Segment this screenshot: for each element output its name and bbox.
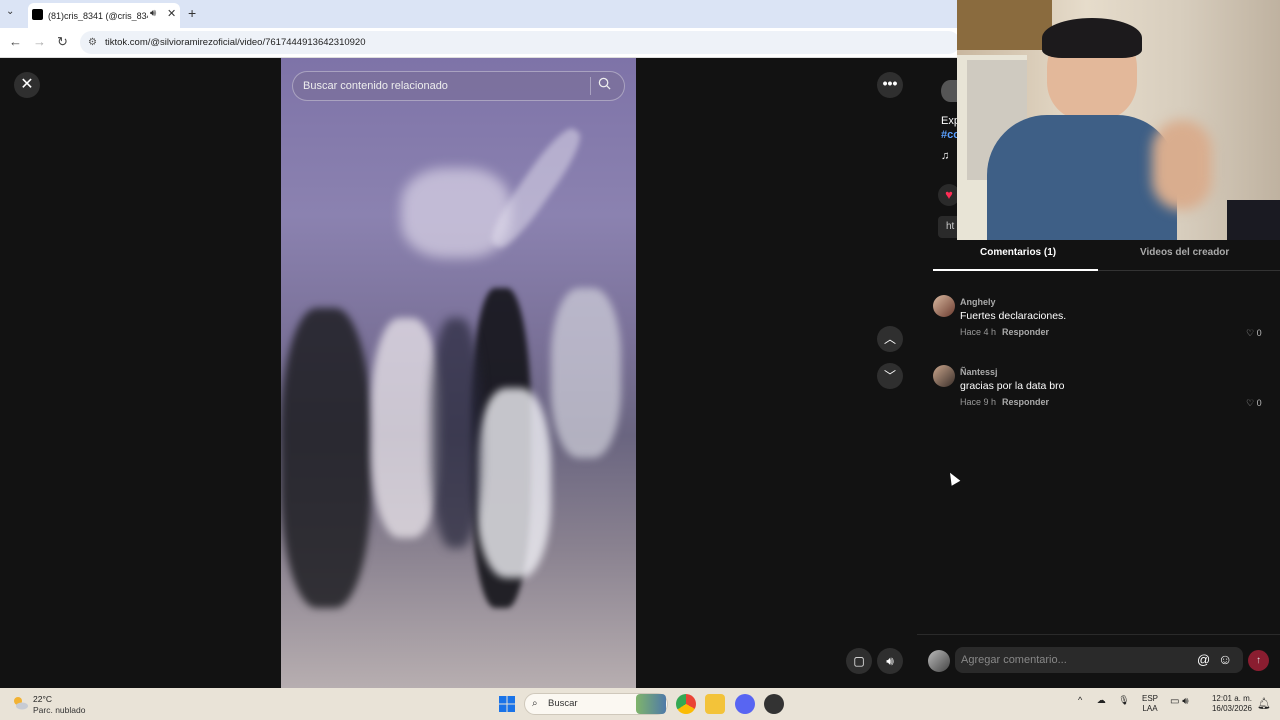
lang-line-2: LAA	[1142, 704, 1158, 713]
file-explorer-icon[interactable]	[705, 694, 725, 714]
network-cloud-icon[interactable]: ☁	[1097, 695, 1106, 705]
reply-button[interactable]: Responder	[1002, 397, 1049, 407]
heart-outline-icon[interactable]: ♡	[1246, 328, 1254, 338]
clock-time: 12:01 a. m.	[1211, 694, 1252, 703]
system-tray[interactable]: ^ ☁ 🎙︎	[1078, 695, 1130, 706]
related-search-input[interactable]: Buscar contenido relacionado	[292, 71, 625, 101]
panel-tabs: Comentarios (1) Videos del creador	[933, 247, 1280, 271]
like-count: 0	[1256, 398, 1262, 408]
comment-text: Fuertes declaraciones.	[960, 310, 1067, 322]
active-tab-indicator	[933, 269, 1098, 271]
tab-creator-videos[interactable]: Videos del creador	[1140, 247, 1229, 258]
new-tab-button[interactable]: +	[188, 5, 196, 21]
tab-search-icon[interactable]: ⌄	[6, 6, 14, 17]
comment-like[interactable]: ♡ 0	[1246, 328, 1262, 339]
volume-tray-icon[interactable]: ▭ 🔊︎	[1170, 696, 1189, 707]
chevron-up-icon: ︿	[883, 332, 896, 346]
temperature: 22°C	[33, 694, 52, 704]
comment-time: Hace 4 h	[960, 327, 997, 337]
more-options-button[interactable]: •••	[877, 72, 903, 98]
next-video-button[interactable]: ﹀	[877, 363, 903, 389]
video-player[interactable]	[281, 58, 636, 688]
arrow-up-icon: ↑	[1256, 655, 1261, 666]
microphone-icon[interactable]: 🎙︎	[1118, 695, 1129, 705]
url-text: tiktok.com/@silvioramirezoficial/video/7…	[105, 37, 366, 48]
tab-close-icon[interactable]: ✕	[167, 7, 176, 20]
cloud-sun-icon	[14, 697, 28, 710]
chevron-down-icon: ﹀	[883, 369, 896, 383]
url-field[interactable]: ⚙ tiktok.com/@silvioramirezoficial/video…	[80, 31, 960, 54]
site-info-icon[interactable]: ⚙	[88, 31, 97, 54]
heart-outline-icon[interactable]: ♡	[1246, 398, 1254, 408]
comment-username[interactable]: Ñantessj	[960, 367, 998, 377]
weather-text: Parc. nublado	[33, 705, 86, 715]
reply-button[interactable]: Responder	[1002, 327, 1049, 337]
comment-placeholder: Agregar comentario...	[961, 654, 1067, 666]
comment-like[interactable]: ♡ 0	[1246, 398, 1262, 409]
search-icon: ⌕	[532, 698, 538, 709]
chrome-icon[interactable]	[676, 694, 696, 714]
tab-title: (81)cris_8341 (@cris_8341) |	[48, 10, 148, 21]
my-avatar	[928, 650, 950, 672]
notification-icon[interactable]: 🔔︎	[1257, 697, 1271, 710]
app-icon[interactable]	[764, 694, 784, 714]
like-count: 0	[1256, 328, 1262, 338]
mention-icon[interactable]: @	[1197, 652, 1210, 667]
taskbar-search-label: Buscar	[548, 698, 578, 709]
clock[interactable]: 12:01 a. m. 16/03/2026	[1204, 694, 1252, 714]
discord-icon[interactable]	[735, 694, 755, 714]
tiktok-favicon-icon	[32, 9, 43, 20]
comment-time: Hace 9 h	[960, 397, 997, 407]
search-divider	[590, 77, 591, 95]
volume-icon: 🔊︎	[886, 654, 894, 668]
close-icon: ✕	[20, 76, 34, 93]
avatar[interactable]	[933, 295, 955, 317]
close-button[interactable]: ✕	[14, 72, 40, 98]
webcam-overlay	[957, 0, 1280, 240]
pip-icon: ▢	[853, 654, 865, 668]
chevron-up-icon[interactable]: ^	[1078, 695, 1082, 705]
comment-username[interactable]: Anghely	[960, 297, 996, 307]
forward-icon[interactable]: →	[33, 34, 46, 49]
back-icon[interactable]: ←	[9, 34, 22, 49]
windows-start-icon[interactable]	[498, 695, 516, 713]
more-icon: •••	[882, 75, 898, 91]
emoji-icon[interactable]: ☺	[1218, 651, 1232, 667]
floating-player-button[interactable]: ▢	[846, 648, 872, 674]
search-highlight-icon[interactable]	[636, 694, 666, 714]
previous-video-button[interactable]: ︿	[877, 326, 903, 352]
volume-button[interactable]: 🔊︎	[877, 648, 903, 674]
send-button[interactable]: ↑	[1248, 650, 1269, 671]
clock-date: 16/03/2026	[1211, 704, 1252, 713]
avatar[interactable]	[933, 365, 955, 387]
search-icon[interactable]	[598, 77, 611, 93]
browser-tab[interactable]: (81)cris_8341 (@cris_8341) | 🔊︎ ✕	[28, 3, 180, 28]
tab-audio-icon[interactable]: 🔊︎	[150, 8, 156, 19]
comment-meta: Hace 4 h Responder	[960, 327, 1049, 337]
related-search-placeholder: Buscar contenido relacionado	[303, 80, 448, 92]
tab-comments[interactable]: Comentarios (1)	[980, 247, 1056, 258]
comment-text: gracias por la data bro	[960, 380, 1065, 392]
reload-icon[interactable]: ↻	[57, 34, 68, 50]
language-indicator[interactable]: ESP LAA	[1142, 694, 1158, 714]
comment-meta: Hace 9 h Responder	[960, 397, 1049, 407]
lang-line-1: ESP	[1142, 694, 1159, 703]
music-icon[interactable]: ♫	[941, 150, 949, 162]
